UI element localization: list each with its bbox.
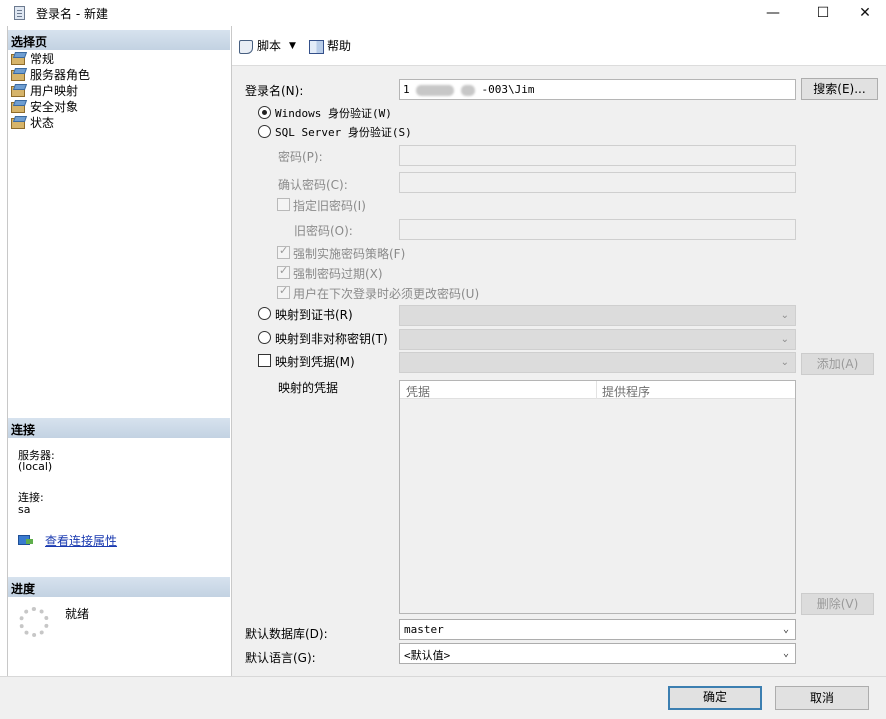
- window-icon: [14, 6, 25, 20]
- redacted-text: [416, 84, 455, 96]
- must-change-password-label: 用户在下次登录时必须更改密码(U): [293, 287, 480, 301]
- redacted-text: [460, 84, 475, 96]
- credential-select[interactable]: ⌄: [399, 352, 796, 373]
- must-change-password-checkbox[interactable]: [277, 284, 290, 299]
- map-certificate-label: 映射到证书(R): [275, 308, 353, 322]
- certificate-select[interactable]: ⌄: [399, 305, 796, 326]
- page-icon: [10, 84, 26, 97]
- server-value: (local): [18, 460, 53, 473]
- chevron-down-icon[interactable]: ▼: [289, 41, 296, 51]
- progress-status: 就绪: [65, 607, 90, 621]
- toolbar: 脚本 ▼ 帮助: [232, 26, 886, 66]
- map-credential-label: 映射到凭据(M): [275, 355, 355, 369]
- help-button[interactable]: 帮助: [308, 37, 351, 54]
- windows-auth-label: Windows 身份验证(W): [275, 107, 392, 120]
- map-asymmetric-key-label: 映射到非对称密钥(T): [275, 332, 388, 346]
- mapped-credentials-grid[interactable]: 凭据 提供程序: [399, 380, 796, 614]
- page-status[interactable]: 状态: [10, 114, 54, 130]
- grid-header: 凭据 提供程序: [400, 381, 795, 399]
- connection-value: sa: [18, 503, 31, 516]
- asymmetric-key-select[interactable]: ⌄: [399, 329, 796, 350]
- page-icon: [10, 116, 26, 129]
- default-language-label: 默认语言(G):: [245, 651, 316, 665]
- progress-header: 进度: [8, 577, 230, 597]
- map-certificate-radio[interactable]: [258, 307, 271, 320]
- specify-old-password-label: 指定旧密码(I): [293, 199, 366, 213]
- specify-old-password-checkbox[interactable]: [277, 198, 290, 211]
- chevron-down-icon: ⌄: [780, 357, 789, 368]
- old-password-input[interactable]: [399, 219, 796, 240]
- chevron-down-icon: ⌄: [782, 648, 789, 659]
- login-name-suffix: -003\Jim: [481, 83, 535, 96]
- map-asymmetric-key-radio[interactable]: [258, 331, 271, 344]
- remove-credential-button[interactable]: 删除(V): [801, 593, 874, 615]
- mapped-credentials-label: 映射的凭据: [278, 381, 339, 395]
- default-database-select[interactable]: master ⌄: [399, 619, 796, 640]
- maximize-button[interactable]: ☐: [800, 0, 846, 26]
- dialog-footer: 确定 取消: [0, 676, 886, 719]
- ok-button[interactable]: 确定: [668, 686, 762, 710]
- map-credential-checkbox[interactable]: [258, 354, 271, 367]
- default-database-value: master: [404, 623, 444, 636]
- old-password-label: 旧密码(O):: [294, 224, 353, 238]
- sql-auth-label: SQL Server 身份验证(S): [275, 126, 412, 139]
- login-name-label: 登录名(N):: [245, 84, 304, 98]
- page-user-mapping[interactable]: 用户映射: [10, 82, 78, 98]
- script-button[interactable]: 脚本 ▼: [238, 37, 296, 54]
- chevron-down-icon: ⌄: [780, 310, 789, 321]
- page-label: 状态: [30, 115, 55, 130]
- sql-auth-radio[interactable]: [258, 125, 271, 138]
- grid-column-provider[interactable]: 提供程序: [602, 383, 650, 400]
- help-label: 帮助: [327, 39, 352, 53]
- page-icon: [10, 68, 26, 81]
- progress-spinner-icon: [19, 607, 49, 637]
- page-general[interactable]: 常规: [10, 50, 54, 66]
- grid-column-credential[interactable]: 凭据: [406, 383, 430, 400]
- add-credential-button[interactable]: 添加(A): [801, 353, 874, 375]
- page-securables[interactable]: 安全对象: [10, 98, 78, 114]
- script-label: 脚本: [257, 39, 282, 53]
- cancel-button[interactable]: 取消: [775, 686, 869, 710]
- windows-auth-radio[interactable]: [258, 106, 271, 119]
- page-server-roles[interactable]: 服务器角色: [10, 66, 90, 82]
- page-label: 常规: [30, 51, 55, 66]
- page-label: 用户映射: [30, 83, 79, 98]
- search-button[interactable]: 搜索(E)...: [801, 78, 878, 100]
- confirm-password-input[interactable]: [399, 172, 796, 193]
- connection-header: 连接: [8, 418, 230, 438]
- default-database-label: 默认数据库(D):: [245, 627, 328, 641]
- password-label: 密码(P):: [278, 150, 323, 164]
- page-icon: [10, 100, 26, 113]
- view-connection-properties-link[interactable]: 查看连接属性: [45, 532, 117, 549]
- login-name-prefix: 1: [403, 83, 410, 96]
- title-bar: 登录名 - 新建 — ☐ ✕: [0, 0, 886, 26]
- default-language-value: <默认值>: [404, 649, 451, 662]
- grid-column-divider: [596, 381, 597, 399]
- script-icon: [238, 39, 254, 54]
- confirm-password-label: 确认密码(C):: [278, 178, 348, 192]
- default-language-select[interactable]: <默认值> ⌄: [399, 643, 796, 664]
- window-title: 登录名 - 新建: [36, 7, 108, 21]
- general-page-content: 登录名(N): 1 -003\Jim 搜索(E)... Windows 身份验证…: [232, 66, 886, 676]
- help-icon: [308, 39, 324, 54]
- chevron-down-icon: ⌄: [782, 624, 789, 635]
- minimize-button[interactable]: —: [750, 0, 796, 26]
- login-name-input[interactable]: 1 -003\Jim: [399, 79, 796, 100]
- select-page-header: 选择页: [8, 30, 230, 50]
- enforce-expiration-checkbox[interactable]: [277, 264, 290, 279]
- connection-properties-icon: [18, 533, 34, 545]
- page-icon: [10, 52, 26, 65]
- connection-label: 连接:: [18, 491, 44, 504]
- enforce-expiration-label: 强制密码过期(X): [293, 267, 383, 281]
- page-label: 服务器角色: [30, 67, 91, 82]
- left-edge: [0, 26, 8, 676]
- enforce-policy-checkbox[interactable]: [277, 244, 290, 259]
- enforce-policy-label: 强制实施密码策略(F): [293, 247, 406, 261]
- password-input[interactable]: [399, 145, 796, 166]
- chevron-down-icon: ⌄: [780, 334, 789, 345]
- close-button[interactable]: ✕: [842, 0, 886, 26]
- page-label: 安全对象: [30, 99, 79, 114]
